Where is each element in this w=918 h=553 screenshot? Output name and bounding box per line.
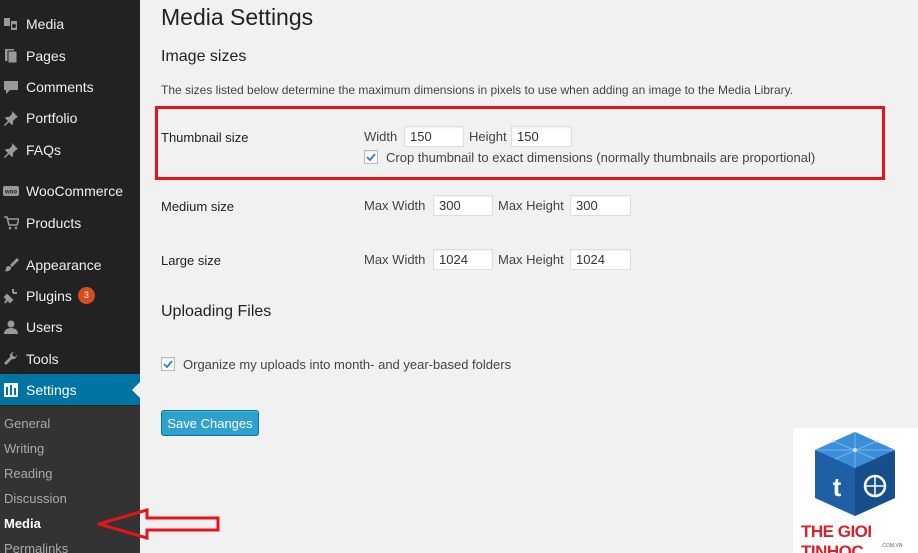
media-icon: [3, 16, 19, 32]
checkmark-icon: [366, 153, 376, 162]
crop-thumbnail-checkbox[interactable]: [364, 150, 378, 164]
sidebar-item-settings[interactable]: Settings: [0, 374, 140, 405]
sidebar-item-woocommerce[interactable]: woo WooCommerce: [0, 175, 140, 206]
watermark-domain-text: .COM.VN: [881, 543, 903, 549]
settings-icon: [3, 382, 19, 398]
cart-icon: [3, 215, 19, 231]
sidebar-item-products[interactable]: Products: [0, 207, 140, 238]
thumbnail-height-input[interactable]: [511, 126, 572, 147]
sidebar-item-appearance[interactable]: Appearance: [0, 249, 140, 280]
crop-thumbnail-label: Crop thumbnail to exact dimensions (norm…: [386, 150, 816, 165]
sidebar-item-label: Media: [26, 15, 65, 32]
save-changes-button[interactable]: Save Changes: [161, 410, 259, 436]
admin-sidebar: Media Pages Comments Portfolio FAQs woo …: [0, 0, 140, 553]
large-width-label: Max Width: [364, 252, 426, 267]
thumbnail-height-label: Height: [469, 129, 507, 144]
checkmark-icon: [163, 360, 173, 369]
sidebar-item-label: Portfolio: [26, 109, 78, 126]
large-size-label: Large size: [161, 253, 221, 268]
sidebar-item-label: Settings: [26, 381, 77, 398]
red-arrow-annotation: [97, 508, 220, 540]
svg-text:woo: woo: [4, 189, 17, 195]
sidebar-item-label: Products: [26, 214, 82, 231]
sidebar-item-label: Comments: [26, 78, 94, 95]
sidebar-item-label: Appearance: [26, 256, 102, 273]
medium-size-label: Medium size: [161, 199, 234, 214]
pin-icon: [3, 142, 19, 158]
large-height-label: Max Height: [498, 252, 564, 267]
svg-text:t: t: [833, 472, 842, 502]
large-width-input[interactable]: [433, 249, 493, 270]
user-icon: [3, 319, 19, 335]
sidebar-item-label: WooCommerce: [26, 182, 123, 199]
sidebar-item-comments[interactable]: Comments: [0, 71, 140, 102]
sidebar-item-media[interactable]: Media: [0, 8, 140, 39]
large-height-input[interactable]: [570, 249, 631, 270]
medium-width-input[interactable]: [433, 195, 493, 216]
plug-icon: [3, 288, 19, 304]
comments-icon: [3, 79, 19, 95]
thumbnail-width-label: Width: [364, 129, 398, 144]
pin-icon: [3, 110, 19, 126]
sidebar-item-label: Users: [26, 318, 63, 335]
sidebar-item-label: Pages: [26, 47, 66, 64]
sidebar-item-faqs[interactable]: FAQs: [0, 134, 140, 165]
wrench-icon: [3, 351, 19, 367]
image-sizes-description: The sizes listed below determine the max…: [161, 83, 794, 97]
uploading-files-heading: Uploading Files: [161, 303, 272, 320]
thumbnail-size-label: Thumbnail size: [161, 130, 249, 145]
plugins-update-badge: 3: [77, 287, 95, 304]
sidebar-item-label: Tools: [26, 350, 59, 367]
submenu-item-general[interactable]: General: [4, 416, 50, 431]
image-sizes-heading: Image sizes: [161, 48, 247, 65]
organize-uploads-label: Organize my uploads into month- and year…: [183, 357, 512, 372]
organize-uploads-checkbox[interactable]: [161, 357, 175, 371]
sidebar-item-tools[interactable]: Tools: [0, 343, 140, 374]
sidebar-item-users[interactable]: Users: [0, 311, 140, 342]
sidebar-item-label: Plugins: [26, 287, 72, 304]
page-title: Media Settings: [161, 4, 314, 30]
watermark-logo: t THE GIOI TINHOC .COM.VN: [793, 428, 918, 553]
medium-width-label: Max Width: [364, 198, 426, 213]
sidebar-item-pages[interactable]: Pages: [0, 40, 140, 71]
sidebar-item-label: FAQs: [26, 141, 62, 158]
pages-icon: [3, 48, 19, 64]
brush-icon: [3, 257, 19, 273]
medium-height-input[interactable]: [570, 195, 631, 216]
thumbnail-width-input[interactable]: [404, 126, 464, 147]
submenu-item-permalinks[interactable]: Permalinks: [4, 541, 68, 553]
medium-height-label: Max Height: [498, 198, 564, 213]
woocommerce-icon: woo: [3, 183, 19, 199]
submenu-item-reading[interactable]: Reading: [4, 466, 52, 481]
cube-logo-icon: t: [815, 432, 895, 516]
submenu-item-discussion[interactable]: Discussion: [4, 491, 67, 506]
sidebar-item-plugins[interactable]: Plugins 3: [0, 280, 140, 311]
submenu-item-media[interactable]: Media: [4, 516, 41, 531]
submenu-item-writing[interactable]: Writing: [4, 441, 44, 456]
sidebar-item-portfolio[interactable]: Portfolio: [0, 102, 140, 133]
